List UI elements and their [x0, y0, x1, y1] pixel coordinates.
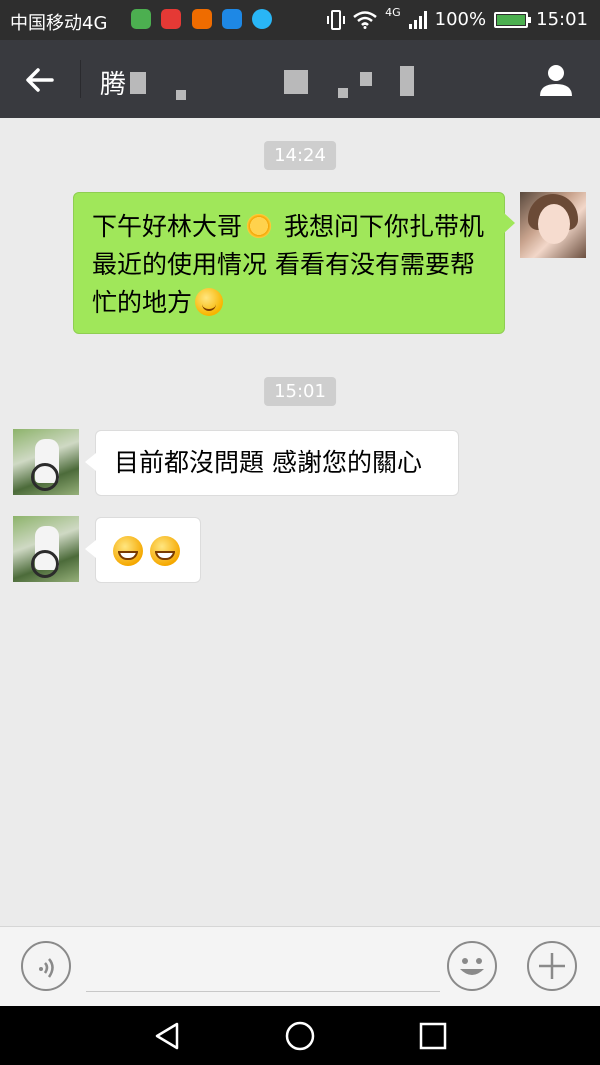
received-emoji-bubble[interactable] — [85, 517, 201, 583]
message-input[interactable] — [86, 945, 440, 992]
status-right: 4G 100% 15:01 — [327, 6, 588, 30]
redacted-title-block — [400, 66, 414, 96]
signal-icon — [408, 10, 427, 29]
vibrate-icon — [327, 9, 346, 30]
carrier-label: 中国移动4G — [10, 13, 108, 34]
network-type-label: 4G — [385, 6, 401, 19]
redacted-title-block — [176, 90, 186, 100]
message-text: 目前都沒問題 感謝您的關心 — [114, 448, 422, 477]
nav-home-icon[interactable] — [284, 1020, 316, 1052]
chat-title-text: 腾 — [100, 70, 127, 100]
back-arrow-icon[interactable] — [20, 60, 60, 100]
contact-avatar[interactable] — [13, 429, 79, 495]
avatar-wheel — [31, 463, 59, 491]
received-message-bubble[interactable]: 目前都沒問題 感謝您的關心 — [85, 430, 459, 496]
timestamp: 15:01 — [264, 377, 336, 406]
contact-profile-icon[interactable] — [536, 60, 576, 100]
grin-emoji-icon — [113, 536, 143, 566]
redacted-title-block — [338, 88, 348, 98]
sun-emoji-icon — [245, 212, 274, 240]
redacted-title-block — [130, 72, 146, 94]
battery-icon — [494, 11, 532, 28]
smile-emoji-icon — [195, 288, 224, 316]
system-nav-bar — [0, 1006, 600, 1065]
smiley-icon — [460, 958, 484, 975]
nav-back-icon[interactable] — [151, 1020, 183, 1052]
avatar-wheel — [31, 550, 59, 578]
redacted-title-block — [284, 70, 308, 94]
sad-face-icon — [192, 9, 212, 29]
contact-avatar[interactable] — [13, 516, 79, 582]
timestamp: 14:24 — [264, 141, 336, 170]
message-text: 下午好林大哥 — [92, 212, 243, 241]
grin-emoji-icon — [150, 536, 180, 566]
status-bar: 中国移动4G 4G 100% 15:01 — [0, 0, 600, 40]
header-divider — [80, 60, 81, 98]
voice-wave-icon — [39, 958, 54, 978]
voice-input-button[interactable] — [21, 941, 71, 991]
sent-message-bubble[interactable]: 下午好林大哥 我想问下你扎带机最近的使用情况 看看有没有需要帮忙的地方 — [73, 192, 515, 334]
mail-icon — [161, 9, 181, 29]
input-bar — [0, 926, 600, 1007]
avatar-face — [538, 204, 570, 244]
battery-percent: 100% — [434, 9, 487, 30]
wechat-icon — [131, 9, 151, 29]
wifi-icon — [353, 10, 377, 29]
my-avatar[interactable] — [520, 192, 586, 258]
redacted-title-block — [360, 72, 372, 86]
message-icon — [252, 9, 272, 29]
nav-recents-icon[interactable] — [417, 1020, 449, 1052]
gallery-icon — [222, 9, 242, 29]
more-functions-button[interactable] — [527, 941, 577, 991]
clock: 15:01 — [536, 9, 588, 30]
chat-header: 腾 — [0, 40, 600, 118]
plus-icon — [539, 953, 565, 979]
emoji-picker-button[interactable] — [447, 941, 497, 991]
chat-title: 腾 — [100, 64, 126, 101]
